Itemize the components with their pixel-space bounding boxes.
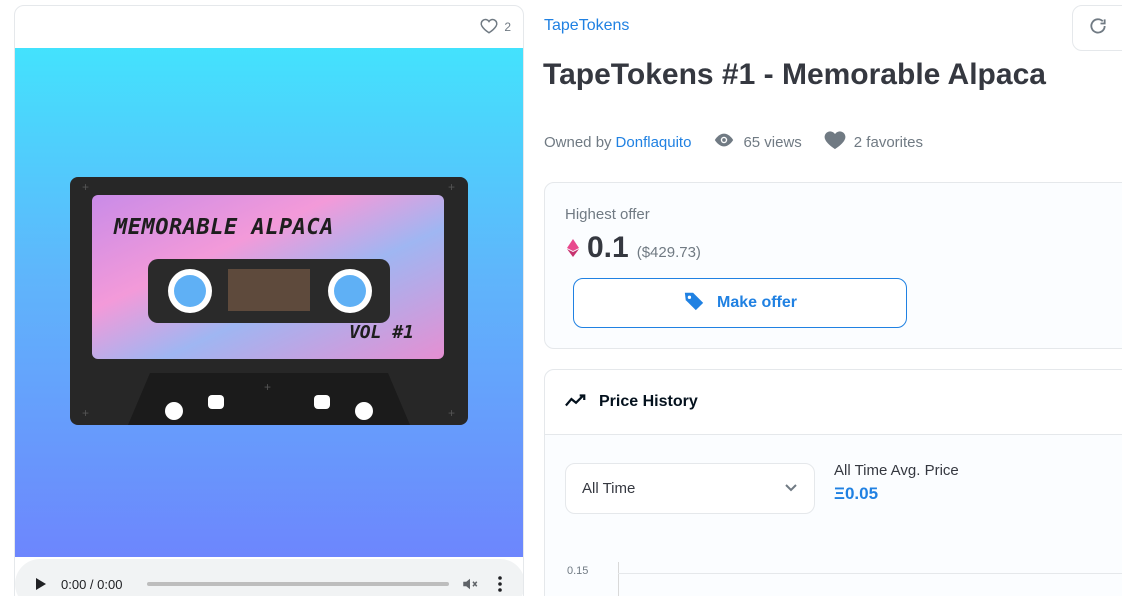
- chart-grid-line: [618, 573, 1122, 574]
- offer-panel: Highest offer 0.1 ($429.73) Make offer: [544, 182, 1122, 349]
- owned-by-label: Owned by: [544, 133, 612, 151]
- time-range-select[interactable]: All Time: [565, 463, 815, 514]
- avg-price-label: All Time Avg. Price: [834, 462, 959, 479]
- trend-icon: [565, 392, 587, 413]
- favorite-heart-icon[interactable]: [480, 17, 498, 38]
- favorite-count: 2: [504, 20, 511, 34]
- svg-text:+: +: [264, 380, 271, 394]
- svg-text:+: +: [82, 406, 89, 420]
- chart-y-tick: 0.15: [567, 565, 589, 577]
- highest-offer-label: Highest offer: [565, 206, 650, 223]
- cassette-volume: VOL #1: [348, 322, 414, 343]
- make-offer-button[interactable]: Make offer: [573, 278, 907, 328]
- eye-icon: [713, 132, 735, 152]
- audio-time: 0:00 / 0:00: [61, 576, 123, 592]
- offer-usd-price: ($429.73): [636, 244, 701, 261]
- price-history-header[interactable]: Price History: [545, 370, 1122, 435]
- price-history-title: Price History: [599, 393, 698, 410]
- item-meta-row: Owned by Donflaquito 65 views 2 favorite…: [544, 130, 923, 154]
- item-title: TapeTokens #1 - Memorable Alpaca: [543, 58, 1046, 91]
- avg-price-value: Ξ0.05: [834, 484, 879, 503]
- media-header: 2: [15, 6, 523, 48]
- mute-icon[interactable]: [461, 575, 479, 593]
- chart-y-axis: [618, 562, 619, 596]
- favorites-text: 2 favorites: [853, 133, 923, 151]
- svg-text:+: +: [448, 406, 455, 420]
- offer-price: 0.1: [587, 231, 629, 264]
- refresh-button[interactable]: [1072, 5, 1122, 51]
- chevron-down-icon: [784, 480, 798, 497]
- audio-player: 0:00 / 0:00: [15, 559, 523, 596]
- cassette-label: MEMORABLE ALPACA VOL #1: [94, 197, 444, 357]
- owner-link[interactable]: Donflaquito: [616, 134, 692, 151]
- collection-link[interactable]: TapeTokens: [544, 17, 629, 35]
- weth-icon: [567, 239, 579, 262]
- audio-progress-slider[interactable]: [147, 582, 449, 586]
- price-history-panel: Price History All Time All Time Avg. Pri…: [544, 369, 1122, 596]
- heart-icon: [824, 130, 846, 154]
- offer-price-row: 0.1 ($429.73): [567, 231, 701, 265]
- play-icon[interactable]: [35, 577, 49, 591]
- svg-text:+: +: [448, 180, 455, 194]
- views-count: 65 views: [713, 132, 802, 152]
- media-card: 2 + + + + + MEMORABLE ALPACA VOL #1 0:00…: [14, 5, 524, 596]
- tag-icon: [683, 290, 705, 317]
- refresh-icon: [1088, 16, 1108, 41]
- make-offer-label: Make offer: [716, 294, 798, 311]
- svg-text:+: +: [82, 180, 89, 194]
- views-text: 65 views: [743, 133, 802, 151]
- more-options-icon[interactable]: [491, 575, 509, 593]
- favorites-count[interactable]: 2 favorites: [824, 130, 923, 154]
- cassette-title: MEMORABLE ALPACA: [114, 215, 334, 240]
- artwork-image[interactable]: + + + + + MEMORABLE ALPACA VOL #1: [15, 48, 523, 557]
- cassette-illustration: + + + + + MEMORABLE ALPACA VOL #1: [70, 177, 468, 427]
- time-range-value: All Time: [582, 480, 636, 497]
